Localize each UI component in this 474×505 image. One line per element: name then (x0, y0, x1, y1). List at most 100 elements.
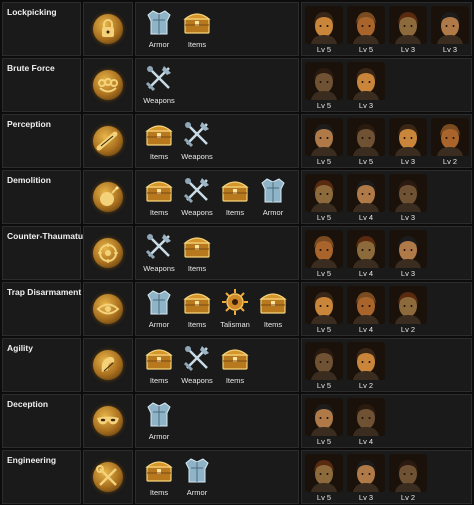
skill-name-cell: Lockpicking (2, 2, 81, 56)
character-level: Lv 2 (442, 157, 458, 166)
character-portrait: Lv 5 (305, 6, 343, 54)
character-face (347, 342, 385, 380)
character-portrait: Lv 5 (347, 6, 385, 54)
character-portrait: Lv 3 (347, 62, 385, 110)
character-portrait: Lv 5 (305, 286, 343, 334)
skill-name: Engineering (7, 455, 57, 465)
armor-icon (144, 399, 174, 429)
character-face (431, 118, 469, 156)
character-level: Lv 3 (358, 493, 374, 502)
character-face (389, 286, 427, 324)
item-type-label: Armor (148, 432, 170, 441)
skill-row: Trap Disarmament Armor Items Talisman Items L… (0, 282, 474, 336)
item-type-label: Weapons (143, 96, 175, 105)
character-face (305, 230, 343, 268)
skill-row: Engineering Items Armor Lv 5 Lv 3 Lv 2 (0, 450, 474, 504)
character-portrait: Lv 2 (431, 118, 469, 166)
character-face (389, 6, 427, 44)
character-portrait: Lv 5 (305, 230, 343, 278)
character-portrait: Lv 5 (305, 118, 343, 166)
chest-icon (258, 287, 288, 317)
character-portrait: Lv 5 (305, 62, 343, 110)
character-portrait: Lv 4 (347, 286, 385, 334)
character-portrait: Lv 3 (389, 230, 427, 278)
skill-icon-cell (83, 58, 133, 112)
skill-icon-cell (83, 338, 133, 392)
skill-row: Lockpicking Armor Items Lv 5 Lv 5 Lv 3 Lv 3 (0, 2, 474, 56)
characters-cell: Lv 5 Lv 4 Lv 2 (301, 282, 472, 336)
character-portrait: Lv 3 (389, 6, 427, 54)
character-face (389, 454, 427, 492)
character-face (305, 118, 343, 156)
skill-icon-cell (83, 394, 133, 448)
character-face (347, 454, 385, 492)
chest-icon (182, 287, 212, 317)
crossed-weapons-icon (182, 175, 212, 205)
character-face (305, 6, 343, 44)
skill-icon-cell (83, 114, 133, 168)
skill-name: Deception (7, 399, 49, 409)
character-level: Lv 2 (358, 381, 374, 390)
characters-cell: Lv 5 Lv 2 (301, 338, 472, 392)
skill-name-cell: Deception (2, 394, 81, 448)
character-face (305, 174, 343, 212)
lock-icon (93, 14, 123, 44)
character-portrait: Lv 5 (305, 398, 343, 446)
characters-cell: Lv 5 Lv 4 Lv 3 (301, 170, 472, 224)
character-level: Lv 2 (400, 325, 416, 334)
skill-row: Counter-Thaumaturgy Weapons Items Lv 5 Lv 4L… (0, 226, 474, 280)
skill-icon-cell (83, 282, 133, 336)
character-portrait: Lv 3 (347, 454, 385, 502)
armor-icon (182, 455, 212, 485)
item-types-cell: Armor (135, 394, 299, 448)
item-types-cell: Weapons Items (135, 226, 299, 280)
skill-name: Agility (7, 343, 33, 353)
characters-cell: Lv 5 Lv 5 Lv 3 Lv 2 (301, 114, 472, 168)
character-level: Lv 5 (358, 45, 374, 54)
item-types-cell: Armor Items Talisman Items (135, 282, 299, 336)
crossed-weapons-icon (182, 119, 212, 149)
skill-name-cell: Perception (2, 114, 81, 168)
character-portrait: Lv 5 (305, 342, 343, 390)
character-level: Lv 3 (400, 269, 416, 278)
character-face (347, 286, 385, 324)
character-level: Lv 3 (358, 101, 374, 110)
skill-name: Brute Force (7, 63, 55, 73)
character-face (389, 118, 427, 156)
character-level: Lv 5 (316, 213, 332, 222)
characters-cell: Lv 5 Lv 3 Lv 2 (301, 450, 472, 504)
character-portrait: Lv 4 (347, 398, 385, 446)
character-level: Lv 5 (316, 325, 332, 334)
skill-name-cell: Brute Force (2, 58, 81, 112)
character-face (305, 62, 343, 100)
character-portrait: Lv 3 (389, 118, 427, 166)
character-level: Lv 4 (358, 269, 374, 278)
character-face (347, 174, 385, 212)
character-level: Lv 3 (400, 213, 416, 222)
skill-icon-cell (83, 170, 133, 224)
character-face (431, 6, 469, 44)
crossed-weapons-icon (144, 63, 174, 93)
item-type: Armor (254, 175, 292, 223)
characters-cell: Lv 5 Lv 3 (301, 58, 472, 112)
spyglass-icon (93, 126, 123, 156)
chest-icon (182, 7, 212, 37)
character-level: Lv 5 (316, 157, 332, 166)
character-portrait: Lv 2 (347, 342, 385, 390)
character-level: Lv 5 (316, 437, 332, 446)
item-type-label: Items (225, 376, 245, 385)
item-type-label: Armor (186, 488, 208, 497)
skill-name-cell: Trap Disarmament (2, 282, 81, 336)
skill-icon-cell (83, 450, 133, 504)
item-type: Items (178, 231, 216, 279)
skill-row: Demolition Items Weapons Items Armor Lv 5 Lv 4… (0, 170, 474, 224)
character-face (347, 62, 385, 100)
item-types-cell: Armor Items (135, 2, 299, 56)
character-level: Lv 5 (316, 269, 332, 278)
item-type: Items (216, 343, 254, 391)
character-face (347, 118, 385, 156)
chest-icon (182, 231, 212, 261)
mask-icon (93, 406, 123, 436)
rune-circle-icon (93, 238, 123, 268)
skill-row: Brute Force Weapons Lv 5 Lv 3 (0, 58, 474, 112)
